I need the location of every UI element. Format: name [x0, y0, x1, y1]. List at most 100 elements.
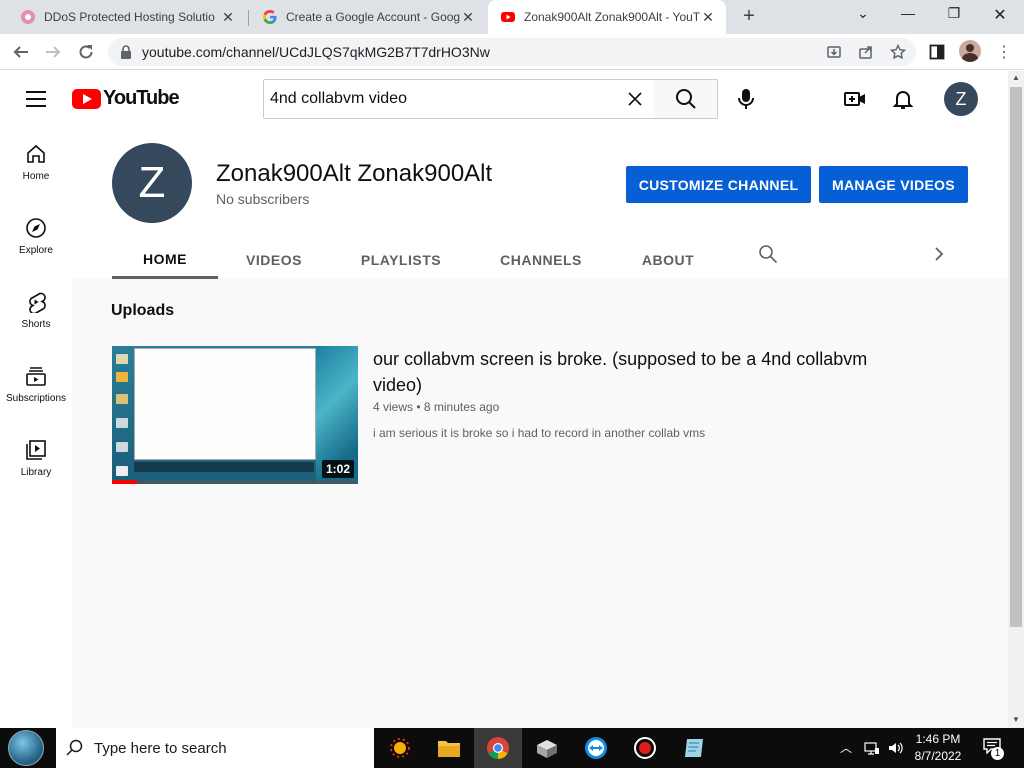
minimize-icon[interactable]: —: [898, 5, 918, 21]
desktop-icon: [116, 372, 128, 382]
chevron-right-icon[interactable]: [930, 245, 948, 263]
home-icon: [27, 144, 45, 163]
chrome-icon: [487, 737, 509, 759]
video-title[interactable]: our collabvm screen is broke. (supposed …: [373, 346, 893, 398]
lock-icon[interactable]: [120, 45, 132, 59]
search-icon: [675, 89, 696, 109]
sidebar-item-home[interactable]: Home: [0, 127, 72, 201]
volume-icon[interactable]: [887, 740, 903, 756]
account-avatar[interactable]: Z: [944, 82, 978, 116]
microphone-icon[interactable]: [734, 87, 758, 111]
scroll-up-arrow-icon[interactable]: ▲: [1012, 73, 1020, 82]
youtube-logo[interactable]: YouTube: [72, 87, 180, 110]
desktop-icon: [116, 394, 128, 404]
browser-toolbar: youtube.com/channel/UCdJLQS7qkMG2B7T7drH…: [0, 34, 1024, 70]
thumbnail-notepad-window: [134, 348, 316, 460]
tab-channels[interactable]: CHANNELS: [492, 241, 590, 279]
network-icon[interactable]: [864, 740, 880, 756]
close-window-icon[interactable]: ✕: [990, 5, 1010, 25]
close-tab-icon[interactable]: ✕: [220, 9, 236, 26]
page-scrollbar[interactable]: ▲ ▼: [1008, 71, 1024, 728]
profile-avatar-icon[interactable]: [959, 40, 981, 62]
sidebar-item-shorts[interactable]: Shorts: [0, 275, 72, 349]
browser-tab-ddos[interactable]: DDoS Protected Hosting Solutio ✕: [8, 0, 246, 34]
scroll-down-arrow-icon[interactable]: ▼: [1012, 715, 1020, 724]
sidebar-item-label: Home: [22, 171, 50, 182]
taskbar-clock[interactable]: 1:46 PM 8/7/2022: [908, 731, 968, 765]
share-icon[interactable]: [858, 44, 874, 60]
action-center-icon[interactable]: 1: [983, 738, 1004, 760]
customize-channel-button[interactable]: CUSTOMIZE CHANNEL: [626, 166, 811, 203]
tab-title: Create a Google Account - Goog: [286, 10, 460, 24]
side-panel-icon[interactable]: [929, 44, 945, 60]
notifications-bell-icon[interactable]: [891, 87, 915, 111]
video-duration: 1:02: [321, 460, 354, 478]
sidebar-item-subscriptions[interactable]: Subscriptions: [0, 349, 72, 423]
browser-tab-youtube[interactable]: Zonak900Alt Zonak900Alt - YouT ✕: [488, 0, 726, 34]
uploads-heading[interactable]: Uploads: [111, 302, 174, 320]
tab-about[interactable]: ABOUT: [634, 241, 702, 279]
taskbar-app-notes[interactable]: [670, 728, 718, 768]
browser-menu-icon[interactable]: ⋮: [996, 42, 1012, 62]
sidebar-item-library[interactable]: Library: [0, 423, 72, 497]
tab-title: Zonak900Alt Zonak900Alt - YouT: [524, 10, 700, 24]
taskbar-app-vm[interactable]: [523, 728, 571, 768]
sidebar-item-label: Explore: [19, 245, 53, 256]
search-icon: [66, 739, 83, 756]
taskbar-app-teamviewer[interactable]: [572, 728, 620, 768]
restore-icon[interactable]: ❐: [944, 5, 964, 22]
folder-icon: [438, 741, 460, 757]
tab-home[interactable]: HOME: [112, 241, 218, 279]
taskbar-app-chrome[interactable]: [474, 728, 522, 768]
scrollbar-thumb[interactable]: [1010, 87, 1022, 627]
subscriber-count: No subscribers: [216, 191, 310, 207]
channel-name: Zonak900Alt Zonak900Alt: [216, 160, 493, 187]
clock-time: 1:46 PM: [915, 732, 961, 746]
clear-search-icon[interactable]: [626, 90, 644, 108]
youtube-page: YouTube Z Home Explore Shorts Subscripti…: [0, 71, 1008, 728]
taskbar-app-sun[interactable]: [376, 728, 424, 768]
taskbar-app-file-explorer[interactable]: [425, 728, 473, 768]
address-bar[interactable]: youtube.com/channel/UCdJLQS7qkMG2B7T7drH…: [108, 38, 916, 66]
video-description: i am serious it is broke so i had to rec…: [373, 426, 706, 440]
search-input[interactable]: [270, 90, 610, 108]
notification-badge: 1: [991, 747, 1004, 760]
create-video-icon[interactable]: [843, 87, 867, 111]
thumbnail-taskbar: [134, 462, 314, 472]
manage-videos-button[interactable]: MANAGE VIDEOS: [819, 166, 968, 203]
sidebar-item-label: Shorts: [21, 319, 51, 330]
channel-avatar[interactable]: Z: [112, 143, 192, 223]
tray-chevron-up-icon[interactable]: ︿: [840, 739, 852, 756]
search-button[interactable]: [654, 79, 718, 119]
virtual-machine-icon: [537, 740, 557, 758]
taskbar-app-recorder[interactable]: [621, 728, 669, 768]
start-button-icon[interactable]: [8, 730, 44, 766]
channel-search-icon[interactable]: [758, 244, 778, 264]
taskbar-search[interactable]: Type here to search: [56, 728, 374, 768]
close-tab-icon[interactable]: ✕: [460, 9, 476, 26]
youtube-header: YouTube Z: [0, 71, 1008, 127]
video-thumbnail[interactable]: 1:02: [112, 346, 358, 484]
forward-icon[interactable]: [42, 41, 64, 63]
desktop-icon: [116, 354, 128, 364]
library-icon: [26, 440, 46, 460]
new-tab-icon[interactable]: +: [738, 5, 760, 28]
google-favicon-icon: [263, 10, 277, 24]
close-tab-icon[interactable]: ✕: [700, 9, 716, 26]
clock-date: 8/7/2022: [914, 749, 962, 763]
tab-videos[interactable]: VIDEOS: [238, 241, 310, 279]
browser-tabstrip: DDoS Protected Hosting Solutio ✕ Create …: [0, 0, 1024, 34]
install-app-icon[interactable]: [826, 44, 842, 60]
browser-tab-google[interactable]: Create a Google Account - Goog ✕: [250, 0, 486, 34]
back-icon[interactable]: [10, 41, 32, 63]
tab-playlists[interactable]: PLAYLISTS: [354, 241, 448, 279]
reload-icon[interactable]: [75, 41, 97, 63]
search-box[interactable]: [263, 79, 655, 119]
ddos-favicon-icon: [21, 10, 35, 24]
hamburger-menu-icon[interactable]: [26, 91, 46, 107]
sidebar-item-explore[interactable]: Explore: [0, 201, 72, 275]
bookmark-star-icon[interactable]: [890, 44, 906, 60]
tab-title: DDoS Protected Hosting Solutio: [44, 10, 215, 24]
tab-search-chevron-icon[interactable]: ⌄: [853, 5, 873, 22]
channel-header: Z Zonak900Alt Zonak900Alt No subscribers…: [72, 127, 1008, 279]
